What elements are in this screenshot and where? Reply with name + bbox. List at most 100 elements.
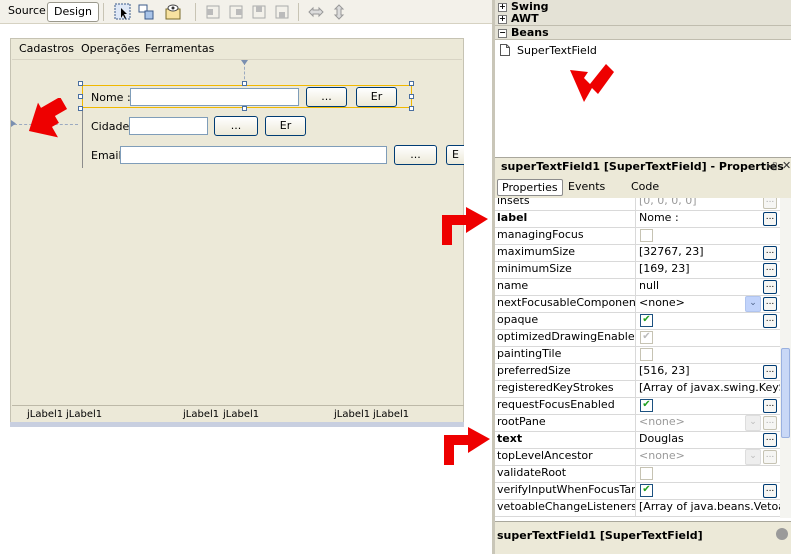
- property-row[interactable]: validateRoot: [495, 465, 780, 483]
- property-row[interactable]: nextFocusableComponent <none> ⌄...: [495, 295, 780, 313]
- resize-handle[interactable]: [409, 106, 414, 111]
- resize-handle[interactable]: [78, 94, 83, 99]
- cidade-er-button[interactable]: Er: [265, 116, 306, 136]
- close-icon[interactable]: ✕: [782, 159, 791, 172]
- ellipsis-button[interactable]: ...: [763, 416, 777, 430]
- property-value[interactable]: [32767, 23]: [637, 244, 780, 261]
- palette-category-label: AWT: [511, 12, 539, 25]
- ellipsis-button[interactable]: ...: [763, 212, 777, 226]
- resize-horizontal-icon[interactable]: [307, 3, 325, 21]
- property-row[interactable]: opaque ✔...: [495, 312, 780, 330]
- connection-mode-icon[interactable]: [137, 3, 155, 21]
- property-row[interactable]: paintingTile: [495, 346, 780, 364]
- menu-ferramentas[interactable]: Ferramentas: [145, 42, 214, 55]
- ellipsis-button[interactable]: ...: [763, 297, 777, 311]
- selection-mode-icon[interactable]: [114, 3, 132, 21]
- property-checkbox[interactable]: ✔: [640, 399, 653, 412]
- properties-title: superTextField1 [SuperTextField] - Prope…: [501, 160, 784, 173]
- palette-item-supertextfield[interactable]: SuperTextField: [517, 44, 597, 57]
- property-scrollbar[interactable]: [780, 198, 791, 518]
- expand-icon[interactable]: +: [498, 14, 507, 24]
- window-menu-icon[interactable]: ▸▯: [767, 161, 778, 172]
- ellipsis-button[interactable]: ...: [763, 484, 777, 498]
- align-top-icon[interactable]: [250, 3, 268, 21]
- tab-code[interactable]: Code: [627, 179, 663, 196]
- resize-vertical-icon[interactable]: [330, 3, 348, 21]
- chevron-down-icon[interactable]: ⌄: [745, 449, 761, 465]
- property-value[interactable]: [169, 23]: [637, 261, 780, 278]
- ellipsis-button[interactable]: ...: [763, 314, 777, 328]
- property-row[interactable]: topLevelAncestor <none> ⌄...: [495, 448, 780, 466]
- property-name: verifyInputWhenFocusTarget: [495, 482, 636, 499]
- property-row[interactable]: rootPane <none> ⌄...: [495, 414, 780, 432]
- ellipsis-button[interactable]: ...: [763, 399, 777, 413]
- status-text: superTextField1 [SuperTextField]: [497, 529, 703, 542]
- resize-handle[interactable]: [409, 94, 414, 99]
- nome-input[interactable]: [130, 88, 299, 106]
- ellipsis-button[interactable]: ...: [763, 198, 777, 209]
- property-value[interactable]: null: [637, 278, 780, 295]
- resize-handle[interactable]: [78, 106, 83, 111]
- expand-icon[interactable]: +: [498, 2, 507, 12]
- resize-handle[interactable]: [78, 81, 83, 86]
- ellipsis-button[interactable]: ...: [763, 280, 777, 294]
- cidade-lookup-button[interactable]: ...: [214, 116, 258, 136]
- resize-handle[interactable]: [242, 106, 247, 111]
- property-name: rootPane: [495, 414, 636, 431]
- footer-label: jLabel1: [223, 409, 260, 420]
- property-value[interactable]: Douglas: [637, 431, 780, 448]
- resize-handle[interactable]: [242, 81, 247, 86]
- property-value[interactable]: Nome :: [637, 210, 780, 227]
- tab-source[interactable]: Source: [2, 2, 52, 22]
- help-icon[interactable]: [776, 528, 788, 540]
- red-arrow-icon: [442, 207, 488, 245]
- property-row[interactable]: requestFocusEnabled ✔...: [495, 397, 780, 415]
- resize-handle[interactable]: [409, 81, 414, 86]
- nome-er-button[interactable]: Er: [356, 87, 397, 107]
- ellipsis-button[interactable]: ...: [763, 433, 777, 447]
- ellipsis-button[interactable]: ...: [763, 365, 777, 379]
- align-bottom-icon[interactable]: [273, 3, 291, 21]
- property-checkbox[interactable]: ✔: [640, 484, 653, 497]
- email-er-button[interactable]: E: [446, 145, 464, 165]
- property-row[interactable]: optimizedDrawingEnabled ✔: [495, 329, 780, 347]
- property-value[interactable]: [Array of java.beans.Vetoab: [637, 499, 780, 516]
- palette-category-beans[interactable]: − Beans: [495, 26, 791, 40]
- property-name: nextFocusableComponent: [495, 295, 636, 312]
- scrollbar-thumb[interactable]: [781, 348, 790, 438]
- tab-design[interactable]: Design: [47, 2, 99, 22]
- property-value[interactable]: [516, 23]: [637, 363, 780, 380]
- nome-lookup-button[interactable]: ...: [306, 87, 347, 107]
- ellipsis-button[interactable]: ...: [763, 263, 777, 277]
- ellipsis-button[interactable]: ...: [763, 246, 777, 260]
- property-row[interactable]: minimumSize [169, 23]...: [495, 261, 780, 279]
- menu-cadastros[interactable]: Cadastros: [19, 42, 74, 55]
- tab-properties[interactable]: Properties: [497, 179, 563, 196]
- property-value[interactable]: [Array of javax.swing.KeySt: [637, 380, 780, 397]
- property-checkbox[interactable]: ✔: [640, 314, 653, 327]
- property-row[interactable]: text Douglas...: [495, 431, 780, 449]
- collapse-icon[interactable]: −: [498, 28, 507, 38]
- ellipsis-button[interactable]: ...: [763, 450, 777, 464]
- property-row[interactable]: preferredSize [516, 23]...: [495, 363, 780, 381]
- tab-events[interactable]: Events: [564, 179, 609, 196]
- menu-operacoes[interactable]: Operações: [81, 42, 140, 55]
- property-row[interactable]: label Nome :...: [495, 210, 780, 228]
- property-value[interactable]: [0, 0, 0, 0]: [637, 198, 780, 210]
- property-name: insets: [495, 198, 636, 210]
- property-row[interactable]: registeredKeyStrokes [Array of javax.swin…: [495, 380, 780, 398]
- align-right-icon[interactable]: [227, 3, 245, 21]
- property-row[interactable]: managingFocus: [495, 227, 780, 245]
- chevron-down-icon[interactable]: ⌄: [745, 296, 761, 312]
- email-lookup-button[interactable]: ...: [394, 145, 437, 165]
- preview-design-icon[interactable]: [164, 3, 182, 21]
- email-input[interactable]: [120, 146, 387, 164]
- property-row[interactable]: maximumSize [32767, 23]...: [495, 244, 780, 262]
- palette-category-awt[interactable]: + AWT: [495, 12, 791, 26]
- property-row[interactable]: verifyInputWhenFocusTarget ✔...: [495, 482, 780, 500]
- property-row[interactable]: vetoableChangeListeners [Array of java.be…: [495, 499, 780, 517]
- cidade-input[interactable]: [129, 117, 208, 135]
- align-left-icon[interactable]: [204, 3, 222, 21]
- property-row[interactable]: name null...: [495, 278, 780, 296]
- chevron-down-icon[interactable]: ⌄: [745, 415, 761, 431]
